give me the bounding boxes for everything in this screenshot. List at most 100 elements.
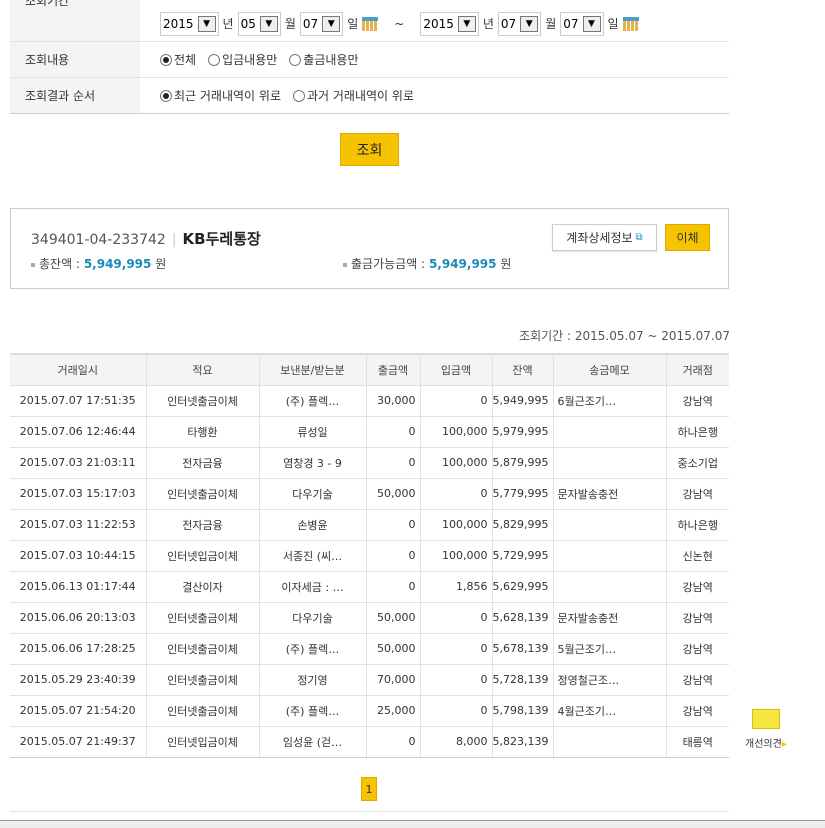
table-cell: 강남역 bbox=[665, 632, 729, 664]
account-number: 349401-04-233742 bbox=[31, 232, 166, 248]
table-cell: (주) 플렉… bbox=[258, 694, 366, 726]
radio-all[interactable]: 전체 bbox=[160, 51, 196, 68]
table-cell: 0 bbox=[419, 601, 492, 633]
table-row: 2015.06.06 17:28:25 인터넷출금이체 (주) 플렉… 50,000 0… bbox=[10, 632, 729, 664]
calendar-icon[interactable] bbox=[622, 16, 639, 31]
available-balance: 출금가능금액 : 5,949,995 원 bbox=[343, 255, 511, 272]
table-row: 2015.07.03 11:22:53 전자금융 손병윤 0 100,000 5,829,… bbox=[10, 508, 729, 540]
table-cell: 2015.07.07 17:51:35 bbox=[10, 384, 146, 416]
account-name: KB두레통장 bbox=[182, 230, 261, 248]
table-cell: 정기영 bbox=[258, 663, 366, 695]
table-cell: 0 bbox=[365, 725, 420, 758]
column-header: 적요 bbox=[145, 353, 259, 385]
table-cell: 2015.07.06 12:46:44 bbox=[10, 415, 146, 447]
table-cell: 다우기술 bbox=[258, 477, 366, 509]
radio-checked-icon bbox=[160, 53, 172, 66]
column-header: 보낸분/받는분 bbox=[258, 353, 366, 385]
table-cell: 강남역 bbox=[665, 477, 729, 509]
year-unit: 년 bbox=[482, 17, 494, 31]
table-cell: 전자금융 bbox=[145, 446, 259, 478]
table-cell: 하나은행 bbox=[665, 415, 729, 447]
table-cell: 30,000 bbox=[365, 384, 420, 416]
external-link-icon: ⧉ bbox=[635, 232, 643, 243]
table-cell: 5,798,139 bbox=[491, 694, 553, 726]
from-month-select[interactable]: 05 ▼ bbox=[237, 11, 281, 36]
table-cell: 정영철근조… bbox=[552, 663, 666, 695]
table-cell: 8,000 bbox=[419, 725, 492, 758]
radio-recent-first[interactable]: 최근 거래내역이 위로 bbox=[160, 87, 281, 104]
chevron-down-icon: ▼ bbox=[259, 15, 278, 32]
total-value: 5,949,995 bbox=[83, 257, 152, 271]
table-cell: 5,879,995 bbox=[491, 446, 553, 478]
order-label: 조회결과 순서 bbox=[10, 78, 140, 113]
table-row: 2015.07.06 12:46:44 타행환 류성일 0 100,000 5,979,9… bbox=[10, 415, 729, 447]
from-day-select[interactable]: 07 ▼ bbox=[299, 11, 344, 36]
feedback-label: 개선의견 bbox=[745, 739, 782, 750]
from-year-value: 2015 bbox=[163, 16, 194, 31]
table-cell: 인터넷출금이체 bbox=[145, 477, 259, 509]
unit: 원 bbox=[155, 257, 167, 271]
radio-oldest-first[interactable]: 과거 거래내역이 위로 bbox=[293, 87, 414, 104]
content-label: 조회내용 bbox=[10, 42, 140, 77]
to-year-value: 2015 bbox=[423, 16, 454, 31]
table-cell: 중소기업 bbox=[665, 446, 729, 478]
period-text: 조회기간 : 2015.05.07 ~ 2015.07.07 bbox=[519, 329, 730, 343]
from-year-select[interactable]: 2015 ▼ bbox=[160, 11, 219, 36]
table-cell: 손병윤 bbox=[258, 508, 366, 540]
total-balance: 총잔액 : 5,949,995 원 bbox=[31, 255, 166, 272]
table-cell: 50,000 bbox=[365, 632, 420, 664]
table-cell: 류성일 bbox=[258, 415, 366, 447]
column-header: 출금액 bbox=[365, 353, 420, 385]
transaction-table: 거래일시 적요 보낸분/받는분 출금액 입금액 잔액 송금메모 거래점 2015.07.07 … bbox=[10, 353, 729, 758]
search-filter: 조회기간 2015 ▼ 년 05 ▼ 월 07 ▼ 일 ~ 2015 ▼ 년 07 ▼ 월… bbox=[10, 0, 729, 114]
radio-label: 입금내용만 bbox=[222, 53, 278, 67]
table-cell: 인터넷출금이체 bbox=[145, 632, 259, 664]
table-cell: 임성윤 (걷… bbox=[258, 725, 366, 758]
to-month-select[interactable]: 07 ▼ bbox=[497, 11, 542, 36]
table-row: 2015.06.13 01:17:44 결산이자 이자세금 : … 0 1,856 5,6… bbox=[10, 570, 729, 602]
to-day-select[interactable]: 07 ▼ bbox=[560, 11, 604, 36]
feedback-button[interactable]: 개선의견▸ bbox=[745, 709, 787, 750]
page-1-button[interactable]: 1 bbox=[361, 777, 377, 801]
search-button[interactable]: 조회 bbox=[340, 133, 399, 166]
transfer-button[interactable]: 이체 bbox=[665, 224, 710, 251]
table-cell: 4월근조기… bbox=[552, 694, 666, 726]
table-row: 2015.05.07 21:49:37 인터넷입금이체 임성윤 (걷… 0 8,000 5… bbox=[10, 725, 729, 758]
day-unit: 일 bbox=[607, 17, 619, 31]
table-cell: 2015.05.07 21:49:37 bbox=[10, 725, 146, 758]
unit: 원 bbox=[500, 257, 512, 271]
column-header: 거래일시 bbox=[10, 353, 146, 385]
table-cell: 5,823,139 bbox=[491, 725, 553, 758]
table-row: 2015.05.07 21:54:20 인터넷출금이체 (주) 플렉… 25,000 0… bbox=[10, 694, 729, 726]
table-cell: 5월근조기… bbox=[552, 632, 666, 664]
table-cell: 다우기술 bbox=[258, 601, 366, 633]
table-cell: 2015.06.06 17:28:25 bbox=[10, 632, 146, 664]
table-cell: 5,829,995 bbox=[491, 508, 553, 540]
table-cell: 0 bbox=[365, 446, 420, 478]
available-value: 5,949,995 bbox=[428, 257, 497, 271]
radio-withdraw-only[interactable]: 출금내용만 bbox=[289, 51, 359, 68]
radio-deposit-only[interactable]: 입금내용만 bbox=[208, 51, 277, 68]
month-unit: 월 bbox=[284, 17, 296, 31]
table-cell: 2015.07.03 10:44:15 bbox=[10, 539, 146, 571]
table-cell: 1,856 bbox=[419, 570, 492, 602]
table-cell bbox=[552, 539, 666, 571]
table-row: 2015.07.03 21:03:11 전자금융 염창경 3 - 9 0 100,000… bbox=[10, 446, 729, 478]
table-cell: 70,000 bbox=[365, 663, 420, 695]
status-bar bbox=[0, 820, 825, 828]
column-header: 잔액 bbox=[491, 353, 553, 385]
table-cell: 강남역 bbox=[665, 570, 729, 602]
table-cell bbox=[552, 415, 666, 447]
to-year-select[interactable]: 2015 ▼ bbox=[420, 11, 479, 36]
calendar-icon[interactable] bbox=[362, 16, 379, 31]
table-cell: 이자세금 : … bbox=[258, 570, 366, 602]
table-cell: 강남역 bbox=[665, 663, 729, 695]
to-day-value: 07 bbox=[563, 16, 579, 31]
table-cell: 50,000 bbox=[365, 601, 420, 633]
table-cell: 100,000 bbox=[419, 539, 492, 571]
chevron-down-icon: ▼ bbox=[457, 15, 476, 32]
account-detail-button[interactable]: 계좌상세정보 ⧉ bbox=[552, 224, 657, 251]
table-cell: 인터넷출금이체 bbox=[145, 384, 259, 416]
table-cell: 강남역 bbox=[665, 384, 729, 416]
table-cell: 2015.06.13 01:17:44 bbox=[10, 570, 146, 602]
